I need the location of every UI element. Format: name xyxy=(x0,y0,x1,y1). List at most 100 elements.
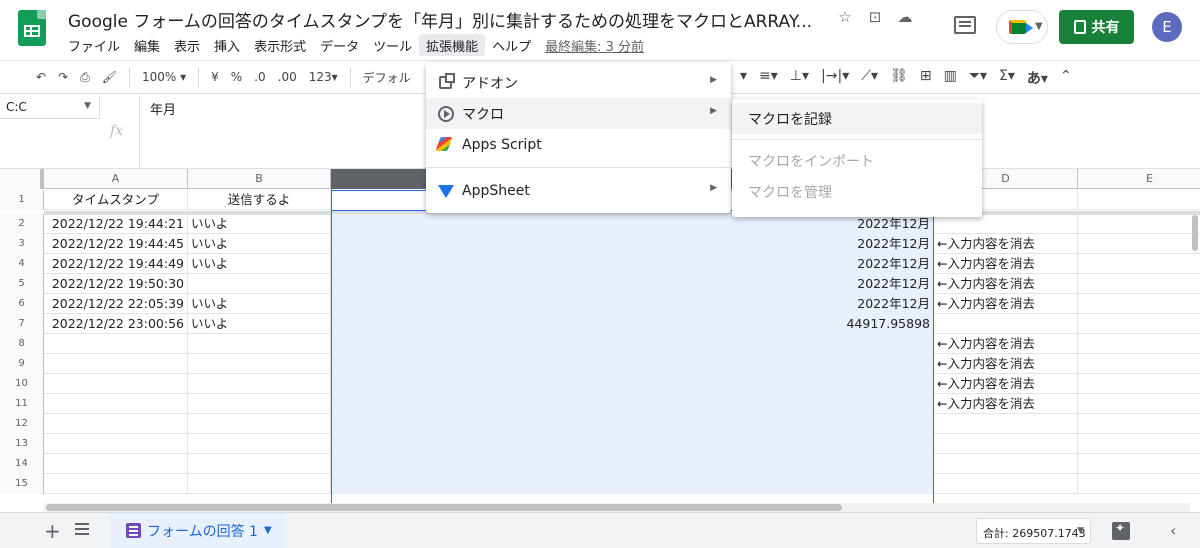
cell-c8[interactable] xyxy=(331,334,934,354)
cell-b9[interactable] xyxy=(188,354,331,374)
cell-a6[interactable]: 2022/12/22 22:05:39 xyxy=(44,294,188,314)
select-all-corner[interactable] xyxy=(0,169,44,189)
column-header-e[interactable]: E xyxy=(1078,169,1200,189)
cell-e11[interactable] xyxy=(1078,394,1200,414)
cell-d3[interactable]: ←入力内容を消去 xyxy=(934,234,1078,254)
row-header[interactable]: 11 xyxy=(0,394,44,414)
text-wrap-icon[interactable]: |→|▾ xyxy=(815,68,855,88)
cell-a1[interactable]: タイムスタンプ xyxy=(44,190,188,210)
menu-item-macros[interactable]: マクロ ▶ xyxy=(426,98,731,129)
cell-a4[interactable]: 2022/12/22 19:44:49 xyxy=(44,254,188,274)
cell-b6[interactable]: いいよ xyxy=(188,294,331,314)
menu-tools[interactable]: ツール xyxy=(366,34,419,56)
menu-file[interactable]: ファイル xyxy=(61,34,127,56)
cell-c13[interactable] xyxy=(331,434,934,454)
cell-c15[interactable] xyxy=(331,474,934,494)
input-tools-button[interactable]: あ▾ xyxy=(1021,68,1054,88)
text-rotate-icon[interactable]: ⟋▾ xyxy=(855,68,884,88)
cell-b14[interactable] xyxy=(188,454,331,474)
cell-e3[interactable] xyxy=(1078,234,1200,254)
cell-a7[interactable]: 2022/12/22 23:00:56 xyxy=(44,314,188,334)
row-header[interactable]: 1 xyxy=(0,190,44,210)
cell-c14[interactable] xyxy=(331,454,934,474)
cell-e14[interactable] xyxy=(1078,454,1200,474)
cell-c12[interactable] xyxy=(331,414,934,434)
name-box[interactable]: C:C ▼ xyxy=(0,95,100,119)
cell-c10[interactable] xyxy=(331,374,934,394)
cell-d4[interactable]: ←入力内容を消去 xyxy=(934,254,1078,274)
cell-a10[interactable] xyxy=(44,374,188,394)
cell-d7[interactable] xyxy=(934,314,1078,334)
sum-summary[interactable]: 合計: 269507.1743 ▼ xyxy=(976,518,1091,544)
row-header[interactable]: 13 xyxy=(0,434,44,454)
cell-b5[interactable] xyxy=(188,274,331,294)
cell-a3[interactable]: 2022/12/22 19:44:45 xyxy=(44,234,188,254)
cell-a8[interactable] xyxy=(44,334,188,354)
cell-d8[interactable]: ←入力内容を消去 xyxy=(934,334,1078,354)
cell-d15[interactable] xyxy=(934,474,1078,494)
share-button[interactable]: 共有 xyxy=(1059,10,1134,44)
cell-d6[interactable]: ←入力内容を消去 xyxy=(934,294,1078,314)
add-sheet-icon[interactable]: + xyxy=(44,519,61,543)
chevron-left-icon[interactable]: ‹ xyxy=(1170,521,1176,540)
cell-e5[interactable] xyxy=(1078,274,1200,294)
menu-item-apps-script[interactable]: Apps Script xyxy=(426,129,731,160)
cell-e6[interactable] xyxy=(1078,294,1200,314)
vertical-scrollbar[interactable] xyxy=(1190,209,1200,507)
cell-b2[interactable]: いいよ xyxy=(188,214,331,234)
cell-e12[interactable] xyxy=(1078,414,1200,434)
avatar[interactable]: E xyxy=(1152,12,1182,42)
row-header[interactable]: 2 xyxy=(0,214,44,234)
paint-format-icon[interactable]: 🖌 xyxy=(96,70,123,84)
row-header[interactable]: 3 xyxy=(0,234,44,254)
cell-c5[interactable]: 2022年12月 xyxy=(331,274,934,294)
percent-format-button[interactable]: % xyxy=(225,70,248,84)
row-header[interactable]: 6 xyxy=(0,294,44,314)
cell-a5[interactable]: 2022/12/22 19:50:30 xyxy=(44,274,188,294)
cell-e9[interactable] xyxy=(1078,354,1200,374)
vertical-align-icon[interactable]: ⊥▾ xyxy=(784,68,815,88)
record-macro-item[interactable]: マクロを記録 xyxy=(732,103,982,134)
row-header[interactable]: 10 xyxy=(0,374,44,394)
chart-icon[interactable]: ▥ xyxy=(938,68,963,88)
cell-a15[interactable] xyxy=(44,474,188,494)
cell-c3[interactable]: 2022年12月 xyxy=(331,234,934,254)
row-header[interactable]: 4 xyxy=(0,254,44,274)
cell-e2[interactable] xyxy=(1078,214,1200,234)
cell-c9[interactable] xyxy=(331,354,934,374)
explore-icon[interactable] xyxy=(1112,521,1130,540)
cell-d12[interactable] xyxy=(934,414,1078,434)
star-icon[interactable]: ☆ xyxy=(836,8,854,26)
cell-e15[interactable] xyxy=(1078,474,1200,494)
cell-d5[interactable]: ←入力内容を消去 xyxy=(934,274,1078,294)
cell-a13[interactable] xyxy=(44,434,188,454)
cell-b1[interactable]: 送信するよ xyxy=(188,190,331,210)
row-header[interactable]: 12 xyxy=(0,414,44,434)
cell-b11[interactable] xyxy=(188,394,331,414)
row-header[interactable]: 7 xyxy=(0,314,44,334)
column-header-b[interactable]: B xyxy=(188,169,331,189)
menu-insert[interactable]: 挿入 xyxy=(207,34,247,56)
cell-b10[interactable] xyxy=(188,374,331,394)
cell-b8[interactable] xyxy=(188,334,331,354)
move-to-folder-icon[interactable]: ⊡ xyxy=(866,8,884,26)
menu-item-appsheet[interactable]: AppSheet ▶ xyxy=(426,175,731,206)
cell-c6[interactable]: 2022年12月 xyxy=(331,294,934,314)
column-header-a[interactable]: A xyxy=(44,169,188,189)
cell-e13[interactable] xyxy=(1078,434,1200,454)
cell-c11[interactable] xyxy=(331,394,934,414)
horizontal-align-icon[interactable]: ≡▾ xyxy=(753,68,784,88)
cell-d10[interactable]: ←入力内容を消去 xyxy=(934,374,1078,394)
cell-d2[interactable] xyxy=(934,214,1078,234)
row-header[interactable]: 8 xyxy=(0,334,44,354)
undo-icon[interactable]: ↶ xyxy=(30,70,52,84)
cell-b13[interactable] xyxy=(188,434,331,454)
print-icon[interactable]: ⎙ xyxy=(74,70,96,85)
menu-edit[interactable]: 編集 xyxy=(127,34,167,56)
cell-d11[interactable]: ←入力内容を消去 xyxy=(934,394,1078,414)
cell-e4[interactable] xyxy=(1078,254,1200,274)
chevron-down-icon[interactable]: ▼ xyxy=(264,525,272,536)
cell-d9[interactable]: ←入力内容を消去 xyxy=(934,354,1078,374)
comment-history-icon[interactable] xyxy=(954,16,976,34)
row-header[interactable]: 9 xyxy=(0,354,44,374)
